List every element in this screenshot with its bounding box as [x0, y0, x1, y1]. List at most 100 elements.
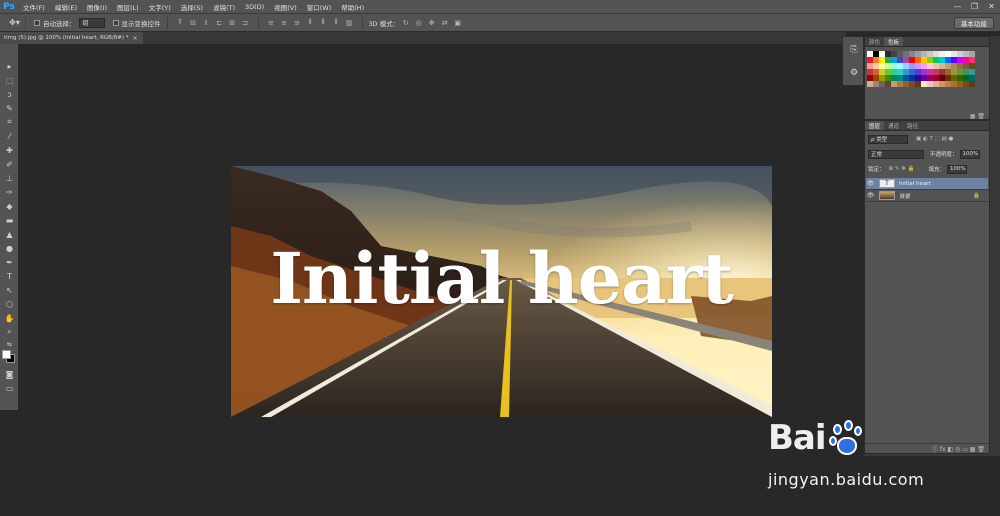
watermark-bai-text: Bai [768, 418, 827, 458]
marquee-tool-icon[interactable]: ⬚ [3, 74, 16, 86]
align-left-icon[interactable]: ⊏ [214, 17, 225, 28]
3d-pan-icon[interactable]: ✥ [426, 17, 437, 28]
3d-rotate-icon[interactable]: ↻ [400, 17, 411, 28]
swatch-grid [867, 51, 975, 87]
menu-layer[interactable]: 图层(L) [112, 2, 144, 12]
crop-tool-icon[interactable]: ⌗ [3, 116, 16, 128]
hand-tool-icon[interactable]: ✋ [3, 312, 16, 324]
menu-edit[interactable]: 编辑(E) [50, 2, 82, 12]
filter-icons[interactable]: ▣ ◐ T ⬚ ▤ ● [916, 136, 953, 142]
move-tool-icon[interactable]: ▸ [3, 60, 16, 72]
opacity-input[interactable]: 100% [959, 149, 980, 159]
blend-row: 正常 不透明度： 100% [868, 149, 988, 159]
history-brush-tool-icon[interactable]: ✑ [3, 186, 16, 198]
layer-name[interactable]: 背景 [899, 192, 910, 200]
auto-select-label: 自动选择： [43, 19, 76, 28]
path-select-tool-icon[interactable]: ↖ [3, 284, 16, 296]
photoshop-logo[interactable]: Ps [0, 0, 18, 14]
align-bottom-icon[interactable]: ⫫ [201, 17, 212, 28]
move-tool-preset-icon[interactable]: ✥▾ [4, 15, 26, 30]
shape-tool-icon[interactable]: ⬡ [3, 298, 16, 310]
align-hcenter-icon[interactable]: ⊞ [227, 17, 238, 28]
close-window-button[interactable]: ✕ [983, 0, 1000, 14]
layer-name[interactable]: Initial heart [899, 181, 931, 187]
auto-align-icon[interactable]: ▥ [344, 17, 355, 28]
zoom-tool-icon[interactable]: ⌕ [3, 326, 16, 338]
dodge-tool-icon[interactable]: ● [3, 242, 16, 254]
eyedropper-tool-icon[interactable]: ⁄ [3, 130, 16, 142]
document-tab[interactable]: timg (5).jpg @ 100% (Initial heart, RGB/… [0, 32, 143, 44]
swatches-footer-icons[interactable]: ▦ 🗑 [970, 113, 985, 120]
minimize-button[interactable]: — [949, 0, 966, 14]
layer-filter-dropdown[interactable]: ρ 类型 [868, 134, 908, 144]
menu-3d[interactable]: 3D(D) [240, 3, 269, 11]
distribute-hcenter-icon[interactable]: ⦀ [318, 17, 329, 28]
menu-filter[interactable]: 滤镜(T) [208, 2, 240, 12]
distribute-bottom-icon[interactable]: ≡ [292, 17, 303, 28]
history-panel-icon[interactable]: ⎘ [844, 40, 864, 60]
gradient-tool-icon[interactable]: ▬ [3, 214, 16, 226]
blend-mode-dropdown[interactable]: 正常 [868, 149, 924, 159]
eye-icon[interactable]: 👁 [866, 180, 875, 187]
clone-stamp-tool-icon[interactable]: ⊥ [3, 172, 16, 184]
properties-panel-icon[interactable]: ⚙ [844, 63, 864, 83]
layers-panel: 图层 通道 路径 ρ 类型 ▣ ◐ T ⬚ ▤ ● 正常 不透明度： 100% … [864, 120, 990, 454]
screen-mode-icon[interactable]: ▭ [3, 382, 16, 394]
distribute-left-icon[interactable]: ⦀ [305, 17, 316, 28]
eye-icon[interactable]: 👁 [866, 192, 875, 199]
align-top-icon[interactable]: ⫪ [175, 17, 186, 28]
divider [166, 16, 168, 29]
brush-tool-icon[interactable]: ✐ [3, 158, 16, 170]
lock-icons[interactable]: ⊠ ✎ ✥ 🔒 [889, 166, 915, 172]
menu-view[interactable]: 视图(V) [269, 2, 302, 12]
menu-file[interactable]: 文件(F) [18, 2, 50, 12]
foreground-color-swatch[interactable] [2, 350, 11, 359]
options-bar: ✥▾ 自动选择： 组 显示变换控件 ⫪ ⊟ ⫫ ⊏ ⊞ ⊐ ≡ ≡ ≡ ⦀ ⦀ … [0, 14, 1000, 32]
menu-window[interactable]: 窗口(W) [302, 2, 337, 12]
menu-select[interactable]: 选择(S) [176, 2, 208, 12]
layer-row-background[interactable]: 👁 背景 🔒 [866, 190, 988, 202]
distribute-vcenter-icon[interactable]: ≡ [279, 17, 290, 28]
align-right-icon[interactable]: ⊐ [240, 17, 251, 28]
menu-type[interactable]: 文字(Y) [144, 2, 176, 12]
tab-layers[interactable]: 图层 [865, 121, 885, 130]
color-swatch[interactable] [969, 81, 975, 87]
document-canvas[interactable]: Initial heart [231, 166, 772, 417]
type-tool-icon[interactable]: T [3, 270, 16, 282]
menu-help[interactable]: 帮助(H) [336, 2, 369, 12]
canvas-text-layer[interactable]: Initial heart [231, 244, 772, 314]
3d-slide-icon[interactable]: ⇄ [439, 17, 450, 28]
layers-footer-icons[interactable]: ⓒ fx ◧ ◎ ▭ ▦ 🗑 [865, 443, 989, 453]
lasso-tool-icon[interactable]: ↄ [3, 88, 16, 100]
3d-roll-icon[interactable]: ◎ [413, 17, 424, 28]
quick-select-tool-icon[interactable]: ✎ [3, 102, 16, 114]
eraser-tool-icon[interactable]: ◆ [3, 200, 16, 212]
collapsed-panel-dock: ⎘ ⚙ [842, 36, 864, 86]
healing-brush-tool-icon[interactable]: ✚ [3, 144, 16, 156]
pen-tool-icon[interactable]: ✒ [3, 256, 16, 268]
show-transform-label: 显示变换控件 [121, 19, 161, 28]
menu-image[interactable]: 图像(I) [82, 2, 112, 12]
align-vcenter-icon[interactable]: ⊟ [188, 17, 199, 28]
restore-button[interactable]: ❐ [966, 0, 983, 14]
auto-select-dropdown[interactable]: 组 [78, 17, 105, 28]
layer-filter-row: ρ 类型 ▣ ◐ T ⬚ ▤ ● [868, 134, 986, 144]
swap-colors-icon[interactable]: ⇆ [3, 338, 16, 350]
distribute-right-icon[interactable]: ⦀ [331, 17, 342, 28]
tab-channels[interactable]: 通道 [884, 121, 903, 130]
layer-row-text[interactable]: 👁 T Initial heart [866, 178, 988, 190]
workspace-button[interactable]: 基本功能 [954, 16, 994, 29]
tools-panel: ▸ ⬚ ↄ ✎ ⌗ ⁄ ✚ ✐ ⊥ ✑ ◆ ▬ ▲ ● ✒ T ↖ ⬡ ✋ ⌕ … [0, 44, 19, 410]
tab-swatches[interactable]: 色板 [884, 37, 904, 46]
quick-mask-icon[interactable]: ◙ [3, 368, 16, 380]
tab-color[interactable]: 颜色 [865, 37, 884, 46]
show-transform-checkbox[interactable] [112, 19, 119, 26]
tab-paths[interactable]: 路径 [903, 121, 922, 130]
auto-select-checkbox[interactable] [34, 19, 40, 26]
distribute-top-icon[interactable]: ≡ [266, 17, 277, 28]
blur-tool-icon[interactable]: ▲ [3, 228, 16, 240]
3d-scale-icon[interactable]: ▣ [452, 17, 463, 28]
close-icon[interactable]: × [133, 35, 138, 42]
fill-input[interactable]: 100% [946, 164, 967, 174]
opacity-label: 不透明度： [930, 152, 958, 158]
